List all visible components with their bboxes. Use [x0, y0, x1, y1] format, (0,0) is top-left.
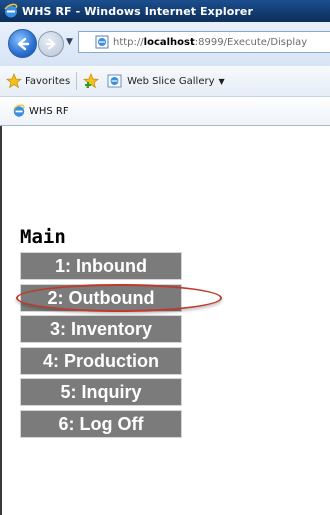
page-content: Main 1: Inbound 2: Outbound 3: Inventory…: [0, 126, 330, 515]
menu-item-log-off[interactable]: 6: Log Off: [20, 409, 182, 438]
address-bar[interactable]: http://localhost:8999/Execute/Display: [78, 31, 330, 53]
menu-item-inquiry[interactable]: 5: Inquiry: [20, 378, 182, 406]
back-button[interactable]: [8, 29, 37, 58]
window-title-bar[interactable]: WHS RF - Windows Internet Explorer: [0, 0, 330, 22]
forward-arrow-icon: [45, 38, 56, 50]
page-icon: [95, 35, 109, 49]
star-icon: [6, 73, 22, 89]
menu-item-production[interactable]: 4: Production: [20, 346, 182, 375]
favorites-button[interactable]: Favorites: [6, 73, 70, 89]
tab-bar: WHS RF: [0, 97, 330, 126]
url-text: http://localhost:8999/Execute/Display: [113, 36, 308, 48]
favorites-separator: [76, 72, 78, 90]
favorites-bar: Favorites Web Slice Gallery ▼: [0, 66, 330, 97]
back-arrow-icon: [17, 37, 29, 50]
main-menu: 1: Inbound 2: Outbound 3: Inventory 4: P…: [20, 252, 182, 441]
window-title: WHS RF - Windows Internet Explorer: [22, 4, 253, 18]
navigation-bar: ▼ http://localhost:8999/Execute/Display: [0, 22, 330, 66]
menu-item-inventory[interactable]: 3: Inventory: [20, 315, 182, 343]
internet-explorer-icon: [13, 104, 25, 117]
menu-item-outbound[interactable]: 2: Outbound: [20, 283, 182, 312]
internet-explorer-page-icon: [107, 74, 122, 88]
tab-whs-rf[interactable]: WHS RF: [12, 101, 69, 121]
history-dropdown-icon[interactable]: ▼: [66, 37, 73, 47]
forward-button[interactable]: [38, 31, 64, 57]
web-slice-dropdown-icon[interactable]: ▼: [219, 77, 225, 86]
menu-item-inbound[interactable]: 1: Inbound: [20, 252, 182, 280]
page-heading: Main: [20, 226, 66, 248]
add-to-favorites-icon[interactable]: [83, 73, 100, 89]
internet-explorer-icon: [4, 3, 18, 18]
web-slice-gallery-link[interactable]: Web Slice Gallery ▼: [107, 73, 225, 89]
